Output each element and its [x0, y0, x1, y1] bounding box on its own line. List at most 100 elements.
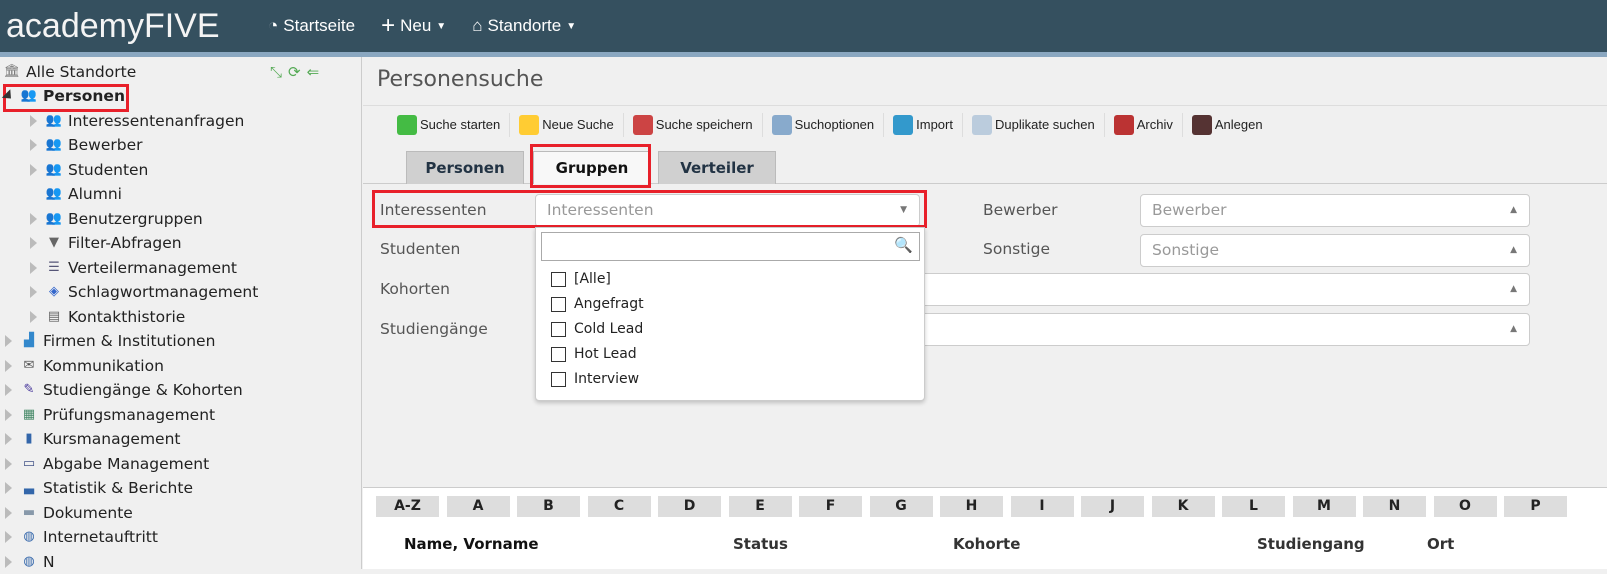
- dropdown-option[interactable]: Cold Lead: [551, 321, 643, 337]
- toolbar-button[interactable]: Duplikate suchen: [963, 112, 1105, 137]
- letter-filter-button[interactable]: E: [728, 496, 792, 517]
- globe-icon: ◍: [23, 529, 35, 544]
- tree-item[interactable]: 👥 Personen: [1, 84, 125, 108]
- letter-filter-button[interactable]: D: [658, 496, 721, 517]
- toolbar-button[interactable]: Suchoptionen: [763, 112, 885, 137]
- arrow-left-icon[interactable]: ⇐: [307, 63, 326, 81]
- column-header[interactable]: Kohorte: [953, 535, 1020, 553]
- checkbox[interactable]: [551, 271, 566, 287]
- letter-filter-button[interactable]: L: [1222, 496, 1285, 517]
- expand-arrow-icon[interactable]: [5, 531, 12, 543]
- expand-arrow-icon[interactable]: [30, 286, 37, 298]
- letter-filter-button[interactable]: H: [940, 496, 1003, 517]
- letter-filter-button[interactable]: F: [799, 496, 862, 517]
- tree-item[interactable]: ▮ Kursmanagement: [5, 427, 181, 451]
- toolbar-button[interactable]: Neue Suche: [510, 112, 624, 137]
- tree-item[interactable]: ▬ Dokumente: [5, 501, 133, 525]
- tree-item[interactable]: ✎ Studiengänge & Kohorten: [5, 378, 243, 402]
- nav-neu[interactable]: + Neu ▼: [381, 12, 446, 40]
- checkbox[interactable]: [551, 346, 566, 362]
- letter-filter-button[interactable]: P: [1504, 496, 1567, 517]
- tree-item[interactable]: ▤ Kontakthistorie: [30, 305, 185, 329]
- tab-personen[interactable]: Personen: [406, 151, 524, 184]
- letter-filter-button[interactable]: G: [869, 496, 933, 517]
- tree-item[interactable]: ◈ Schlagwortmanagement: [30, 280, 258, 304]
- letter-filter-button[interactable]: A-Z: [376, 496, 439, 517]
- letter-filter-button[interactable]: N: [1363, 496, 1426, 517]
- toolbar-label: Suchoptionen: [794, 117, 875, 132]
- column-header[interactable]: Studiengang: [1257, 535, 1365, 553]
- kohorten-select[interactable]: ▲: [903, 273, 1530, 306]
- column-header[interactable]: Status: [733, 535, 788, 553]
- letter-filter-button[interactable]: M: [1292, 496, 1356, 517]
- expand-arrow-icon[interactable]: [5, 482, 12, 494]
- expand-arrow-icon[interactable]: [5, 433, 12, 445]
- checkbox[interactable]: [551, 296, 566, 312]
- expand-arrow-icon[interactable]: [30, 237, 37, 249]
- bewerber-select[interactable]: Bewerber ▲: [1140, 194, 1530, 227]
- expand-arrow-icon[interactable]: [30, 212, 37, 225]
- tree-item[interactable]: 👥 Alumni: [30, 182, 122, 206]
- toolbar-button[interactable]: Archiv: [1105, 112, 1183, 137]
- tree-item[interactable]: ☰ Verteilermanagement: [30, 256, 237, 280]
- letter-filter-button[interactable]: C: [587, 496, 651, 517]
- toolbar-button[interactable]: Import: [884, 112, 963, 137]
- tree-item[interactable]: ▃ Statistik & Berichte: [5, 476, 193, 500]
- tree-item[interactable]: 👥 Interessentenanfragen: [30, 109, 244, 133]
- nav-standorte[interactable]: ⌂ Standorte ▼: [472, 16, 576, 36]
- expand-arrow-icon[interactable]: [30, 114, 37, 127]
- expand-arrow-icon[interactable]: [5, 457, 12, 470]
- checkbox[interactable]: [551, 371, 566, 387]
- expand-arrow-icon[interactable]: [5, 335, 12, 347]
- letter-filter-button[interactable]: K: [1151, 496, 1215, 517]
- letter-filter-button[interactable]: O: [1433, 496, 1497, 517]
- refresh-icon[interactable]: ⟳: [288, 63, 307, 81]
- tab-gruppen[interactable]: Gruppen: [533, 151, 651, 184]
- studiengaenge-select[interactable]: ▲: [903, 313, 1530, 346]
- expand-arrow-icon[interactable]: [5, 408, 12, 421]
- tree-item[interactable]: 👥 Benutzergruppen: [30, 207, 203, 231]
- expand-arrow-icon[interactable]: [5, 384, 12, 396]
- expand-arrow-icon[interactable]: [30, 261, 37, 274]
- dropdown-option[interactable]: [Alle]: [551, 271, 611, 287]
- tab-verteiler[interactable]: Verteiler: [658, 151, 776, 184]
- toolbar-button[interactable]: Suche starten: [388, 112, 511, 137]
- letter-filter-button[interactable]: J: [1081, 496, 1144, 517]
- interessenten-select[interactable]: Interessenten ▼: [535, 194, 920, 227]
- logo[interactable]: academyFIVE: [6, 7, 268, 46]
- sonstige-select[interactable]: Sonstige ▲: [1140, 234, 1530, 267]
- tree-item[interactable]: ◍ Internetauftritt: [5, 525, 158, 549]
- letter-filter-button[interactable]: A: [446, 496, 510, 517]
- expand-arrow-icon[interactable]: [30, 163, 37, 176]
- expand-arrow-icon[interactable]: [5, 506, 12, 519]
- tree-item[interactable]: 👥 Studenten: [30, 158, 148, 182]
- tree-item[interactable]: ▼ Filter-Abfragen: [30, 231, 182, 255]
- dropdown-option[interactable]: Hot Lead: [551, 346, 637, 362]
- nav-startseite[interactable]: ◔ Startseite: [268, 16, 355, 36]
- dropdown-option[interactable]: Angefragt: [551, 296, 644, 312]
- checkbox[interactable]: [551, 321, 566, 337]
- dropdown-search-input[interactable]: 🔍: [541, 232, 920, 261]
- tree-item-label: Schlagwortmanagement: [68, 283, 259, 301]
- tree-item[interactable]: ▟ Firmen & Institutionen: [5, 329, 215, 353]
- expand-arrow-icon[interactable]: [30, 310, 37, 323]
- dropdown-option[interactable]: Interview: [551, 371, 639, 387]
- expand-arrow-icon[interactable]: [5, 555, 12, 568]
- column-header[interactable]: Name, Vorname: [404, 535, 539, 553]
- tree-item[interactable]: ▭ Abgabe Management: [5, 452, 209, 476]
- toolbar-button[interactable]: Anlegen: [1183, 113, 1272, 137]
- expand-arrow-icon[interactable]: [5, 359, 12, 372]
- collapse-icon[interactable]: ⤡: [270, 63, 288, 81]
- letter-filter-button[interactable]: I: [1010, 496, 1074, 517]
- tree-item[interactable]: ✉ Kommunikation: [5, 354, 164, 378]
- new-search-icon: [519, 114, 540, 135]
- toolbar-button[interactable]: Suche speichern: [624, 112, 763, 137]
- column-header[interactable]: Ort: [1427, 535, 1454, 553]
- letter-filter-button[interactable]: B: [517, 496, 580, 517]
- expand-arrow-icon[interactable]: [30, 139, 37, 151]
- tree-item[interactable]: ▦ Prüfungsmanagement: [5, 403, 215, 427]
- expanded-arrow-icon[interactable]: [1, 89, 16, 103]
- tree-item[interactable]: ◍ N: [5, 550, 55, 574]
- tree-root[interactable]: 🏛 Alle Standorte: [3, 60, 137, 84]
- tree-item[interactable]: 👥 Bewerber: [30, 133, 143, 157]
